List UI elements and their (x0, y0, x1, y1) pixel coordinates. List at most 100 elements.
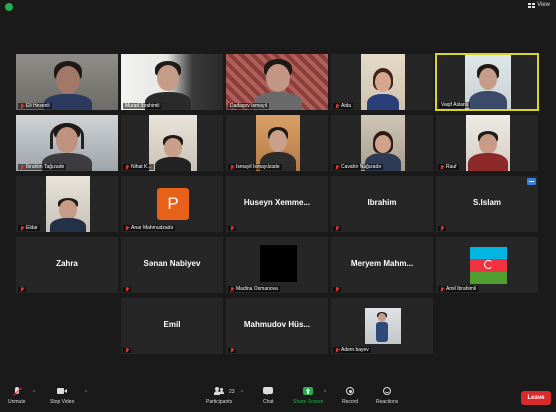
grid-view-icon (528, 2, 536, 8)
participant-tile-ibrahim[interactable]: Ibrahim (330, 175, 434, 233)
mic-muted-icon (230, 286, 234, 292)
mic-muted-icon (125, 164, 129, 170)
participant-display-name: Meryem Mahm... (350, 259, 414, 268)
profile-avatar: P (157, 188, 189, 220)
participant-display-name: Mahmudov Hüs... (243, 320, 311, 329)
participant-tile-nihat[interactable]: Nihat K... (120, 114, 224, 172)
mic-muted-icon (335, 226, 339, 231)
participant-name-label (123, 287, 131, 292)
mic-muted-icon (125, 287, 129, 292)
participants-count: 23 (229, 389, 235, 395)
participant-name-label: Madina Osmanova (228, 286, 280, 292)
participant-display-name: Huseyn Xemme... (243, 198, 311, 207)
participant-tile-vaqif-aslanli[interactable]: Vaqif Aslanlı (435, 53, 539, 111)
participant-tile-meryem-mahm[interactable]: Meryem Mahm... (330, 236, 434, 294)
mic-muted-icon (230, 226, 234, 231)
mic-muted-icon (20, 103, 24, 109)
participant-name-label (18, 287, 26, 292)
participant-name-label: Rauf (438, 164, 459, 170)
encryption-shield-icon[interactable] (5, 3, 13, 11)
participant-tile-anar-mahmudzada[interactable]: P Anar Mahmudzadə (120, 175, 224, 233)
participant-tile-emil[interactable]: Emil (120, 297, 224, 355)
participant-display-name: Emil (163, 320, 181, 329)
mic-muted-icon (335, 287, 339, 292)
azerbaijan-flag-icon (470, 247, 507, 284)
participant-name-label: Cavahir Nağızadə (333, 164, 384, 170)
participant-name-label (333, 287, 341, 292)
mic-muted-icon (440, 286, 444, 292)
participant-tile-cavahir-nagizade[interactable]: Cavahir Nağızadə (330, 114, 434, 172)
participant-name-label: Dadaşov İsmayıl (228, 103, 269, 109)
video-options-chevron-icon[interactable]: ^ (85, 390, 87, 396)
mic-muted-icon (230, 348, 234, 353)
participant-name-label: Vaqif Aslanlı (439, 102, 471, 108)
mic-muted-icon (335, 347, 339, 353)
top-bar: View (0, 0, 556, 14)
participant-tile-ismayil-ismayilzade[interactable]: İsmayil İsmayılzade (225, 114, 329, 172)
participant-video (436, 115, 538, 171)
participant-tile-aida[interactable]: Aida (330, 53, 434, 111)
profile-photo (331, 298, 433, 354)
participant-name-label: Nihat K... (123, 164, 154, 170)
participant-name-label: Murad İbrahimli (123, 103, 162, 109)
participant-video (121, 115, 223, 171)
mic-muted-icon (20, 225, 24, 231)
mic-muted-icon (440, 164, 444, 170)
participant-name-label (123, 348, 131, 353)
participant-tile-madina-osmanova[interactable]: Madina Osmanova (225, 236, 329, 294)
mic-muted-icon (20, 164, 24, 170)
participant-tile-eli-hasanli[interactable]: Eli Hesenli (15, 53, 119, 111)
participant-display-name: Ibrahim (367, 198, 397, 207)
participant-name-label: Aida (333, 103, 354, 109)
participant-tile-zahra[interactable]: Zahra (15, 236, 119, 294)
participant-video (121, 54, 223, 110)
participant-video (331, 115, 433, 171)
chat-button[interactable]: Chat (263, 387, 274, 405)
participant-tile-rauf[interactable]: Rauf (435, 114, 539, 172)
participant-name-label (333, 226, 341, 231)
participant-tile-dadashov-ismayil[interactable]: Dadaşov İsmayıl (225, 53, 329, 111)
participant-tile-amil-ibrahimli[interactable]: Amil İbrahimli (435, 236, 539, 294)
stop-video-button[interactable]: Stop Video (50, 387, 74, 405)
participant-name-label (228, 226, 236, 231)
participant-tile-s-islam[interactable]: S.Islam (435, 175, 539, 233)
mic-muted-icon (125, 225, 129, 231)
participant-name-label (438, 226, 446, 231)
video-camera-icon (57, 387, 68, 396)
participant-video (16, 54, 118, 110)
audio-options-chevron-icon[interactable]: ^ (33, 390, 35, 396)
gallery-view: Eli Hesenli Murad İbrahimli Dadaşov İsma… (15, 53, 542, 355)
participants-options-chevron-icon[interactable]: ^ (241, 390, 243, 396)
leave-meeting-button[interactable]: Leave (521, 391, 551, 405)
participant-video (16, 115, 118, 171)
reactions-button[interactable]: Reactions (376, 387, 398, 405)
view-button[interactable]: View (528, 2, 550, 8)
participant-tile-ibrahim-tagizade[interactable]: İbrahim Tağızade (15, 114, 119, 172)
more-options-icon[interactable] (527, 178, 536, 185)
meeting-controls-toolbar: Unmute ^ Stop Video ^ Participants 23 ^ … (0, 384, 556, 412)
participant-video (437, 55, 537, 109)
participant-tile-sanan-nabiyev[interactable]: Sənan Nabiyev (120, 236, 224, 294)
microphone-muted-icon (12, 387, 22, 396)
profile-picture-black (260, 245, 297, 282)
participant-name-label: İsmayil İsmayılzade (228, 164, 282, 170)
participant-video (16, 176, 118, 232)
mic-muted-icon (20, 287, 24, 292)
participant-tile-mahmudov-hus[interactable]: Mahmudov Hüs... (225, 297, 329, 355)
share-options-chevron-icon[interactable]: ^ (324, 390, 326, 396)
participant-tile-eldar[interactable]: Eldar (15, 175, 119, 233)
participant-name-label: Eli Hesenli (18, 103, 52, 109)
participant-name-label: Amil İbrahimli (438, 286, 479, 292)
participant-tile-murad-ibrahimli[interactable]: Murad İbrahimli (120, 53, 224, 111)
record-icon (345, 387, 355, 396)
mic-muted-icon (230, 164, 234, 170)
share-screen-button[interactable]: Share Screen (293, 387, 324, 405)
record-button[interactable]: Record (342, 387, 358, 405)
participant-tile-huseyn-xemme[interactable]: Huseyn Xemme... (225, 175, 329, 233)
unmute-button[interactable]: Unmute (8, 387, 26, 405)
mic-muted-icon (440, 226, 444, 231)
view-label: View (537, 2, 550, 8)
participant-tile-adem-bayev[interactable]: Adem bayev (330, 297, 434, 355)
mic-muted-icon (335, 103, 339, 109)
chat-bubble-icon (263, 387, 274, 396)
